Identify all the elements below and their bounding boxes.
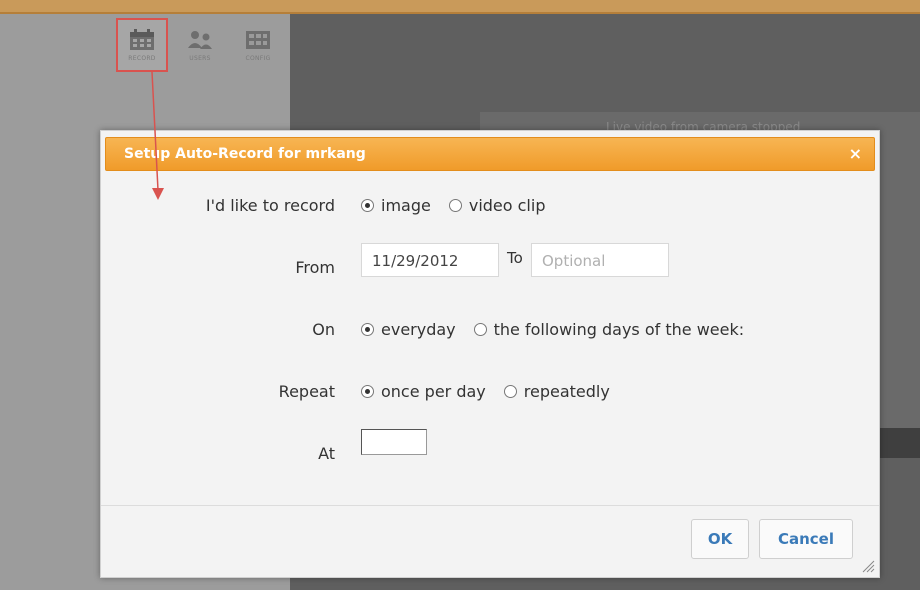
from-label: From: [295, 258, 335, 277]
cancel-button[interactable]: Cancel: [759, 519, 853, 559]
auto-record-dialog: Setup Auto-Record for mrkang × I'd like …: [100, 130, 880, 578]
repeat-row: Repeat once per day repeatedly: [101, 373, 881, 409]
at-time-input[interactable]: [361, 429, 427, 455]
close-icon[interactable]: ×: [849, 144, 862, 163]
on-label: On: [312, 320, 335, 339]
radio-dot-everyday: [361, 323, 374, 336]
toolbar-record-button[interactable]: RECORD: [116, 18, 168, 72]
toolbar-record-label: RECORD: [128, 55, 156, 62]
radio-following-days[interactable]: the following days of the week:: [473, 320, 745, 339]
radio-once-per-day[interactable]: once per day: [361, 382, 486, 401]
radio-following-days-label: the following days of the week:: [493, 320, 745, 339]
radio-everyday-label: everyday: [381, 320, 456, 339]
radio-repeatedly[interactable]: repeatedly: [503, 382, 610, 401]
toolbar-users-label: USERS: [189, 55, 211, 62]
radio-image[interactable]: image: [361, 196, 431, 215]
record-type-options: image video clip: [361, 196, 555, 215]
radio-everyday[interactable]: everyday: [361, 320, 456, 339]
record-type-row: I'd like to record image video clip: [101, 187, 881, 223]
radio-dot-image: [361, 199, 374, 212]
repeat-label: Repeat: [278, 382, 335, 401]
radio-image-label: image: [381, 196, 431, 215]
at-label: At: [318, 444, 335, 463]
toolbar-config-button[interactable]: CONFIG: [232, 18, 284, 72]
radio-video-clip[interactable]: video clip: [448, 196, 546, 215]
app-top-strip: [0, 0, 920, 14]
config-icon: [246, 31, 270, 49]
at-row: At: [101, 435, 881, 471]
users-icon: [188, 31, 212, 49]
dialog-footer-divider: [101, 505, 879, 506]
radio-dot-once-per-day: [361, 385, 374, 398]
record-type-label: I'd like to record: [205, 196, 335, 215]
radio-dot-following-days: [473, 323, 487, 336]
dialog-titlebar[interactable]: Setup Auto-Record for mrkang ×: [105, 137, 875, 171]
dialog-title: Setup Auto-Record for mrkang: [124, 146, 366, 162]
from-date-input[interactable]: 11/29/2012: [361, 243, 499, 277]
repeat-options: once per day repeatedly: [361, 382, 620, 401]
main-toolbar: RECORD USERS CONFIG: [116, 18, 284, 72]
video-band: [880, 428, 920, 458]
to-date-input[interactable]: Optional: [531, 243, 669, 277]
toolbar-config-label: CONFIG: [245, 55, 271, 62]
radio-video-clip-label: video clip: [468, 196, 546, 215]
toolbar-users-button[interactable]: USERS: [174, 18, 226, 72]
radio-once-per-day-label: once per day: [381, 382, 486, 401]
radio-dot-repeatedly: [503, 385, 517, 398]
schedule-days-options: everyday the following days of the week:: [361, 320, 754, 339]
radio-dot-video-clip: [448, 199, 462, 212]
resize-grip-icon[interactable]: [861, 559, 875, 573]
schedule-days-row: On everyday the following days of the we…: [101, 311, 881, 347]
radio-repeatedly-label: repeatedly: [523, 382, 610, 401]
ok-button[interactable]: OK: [691, 519, 749, 559]
calendar-icon: [130, 29, 154, 50]
to-label: To: [507, 249, 523, 267]
